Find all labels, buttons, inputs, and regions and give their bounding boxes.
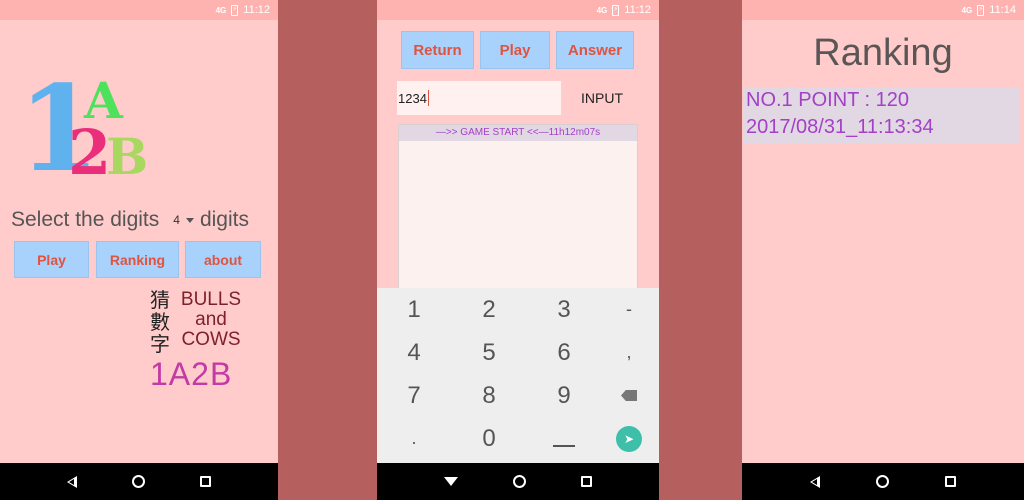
status-time: 11:12 — [243, 4, 270, 16]
key-7[interactable]: 7 — [379, 374, 449, 417]
key-9[interactable]: 9 — [529, 374, 599, 417]
status-time: 11:12 — [624, 4, 651, 16]
battery-icon: ⚡ — [612, 4, 620, 16]
key-8[interactable]: 8 — [454, 374, 524, 417]
answer-button[interactable]: Answer — [556, 31, 634, 69]
back-icon[interactable] — [810, 475, 820, 488]
nav-bar — [742, 463, 1024, 500]
signal-icon: 4G — [596, 5, 608, 15]
text-cursor — [427, 90, 429, 106]
play-button[interactable]: Play — [480, 31, 550, 69]
game-log: —>> GAME START <<—11h12m07s — [398, 124, 638, 294]
english-title: BULLS and COWS — [176, 290, 246, 350]
battery-icon: ⚡ — [231, 4, 239, 16]
input-button[interactable]: INPUT — [581, 90, 623, 106]
guess-input[interactable]: 1234 — [397, 81, 561, 115]
menu-screen: 4G ⚡ 11:12 1 A 2 B Select the digits 4 d… — [0, 0, 278, 500]
big-game-title: 1A2B — [150, 356, 233, 392]
return-button[interactable]: Return — [401, 31, 474, 69]
battery-icon: ⚡ — [977, 4, 985, 16]
ranking-title: Ranking — [813, 32, 953, 74]
backspace-icon — [621, 390, 637, 401]
key-0[interactable]: 0 — [454, 417, 524, 460]
chinese-title-line: 字 — [150, 334, 170, 356]
app-logo: 1 A 2 B — [18, 70, 158, 195]
keyboard-hide-icon[interactable] — [444, 477, 459, 486]
chinese-title: 猜 數 字 — [150, 290, 174, 356]
key-4[interactable]: 4 — [379, 331, 449, 374]
space-icon — [553, 444, 575, 447]
key-dot[interactable]: . — [379, 417, 449, 460]
home-icon[interactable] — [131, 475, 145, 488]
logo-letter-b: B — [106, 127, 149, 186]
key-2[interactable]: 2 — [454, 288, 524, 331]
key-3[interactable]: 3 — [529, 288, 599, 331]
log-line: —>> GAME START <<—11h12m07s — [399, 125, 637, 141]
key-dash[interactable]: - — [594, 288, 659, 331]
about-button[interactable]: about — [185, 241, 261, 278]
status-time: 11:14 — [989, 4, 1016, 16]
key-comma[interactable]: , — [594, 331, 659, 374]
chinese-title-line: 猜 — [150, 290, 170, 312]
logo-digit-two: 2 — [68, 116, 112, 189]
status-bar: 4G ⚡ 11:12 — [0, 0, 278, 20]
english-title-line: COWS — [181, 329, 241, 350]
nav-bar — [0, 463, 278, 500]
digit-count-select[interactable]: 4 — [173, 213, 194, 227]
ranking-points: NO.1 POINT : 120 — [746, 89, 910, 111]
backspace-key[interactable] — [594, 374, 659, 417]
back-icon[interactable] — [67, 475, 78, 488]
chinese-title-line: 數 — [150, 312, 170, 334]
recent-apps-icon[interactable] — [945, 476, 956, 487]
dropdown-caret-icon — [185, 217, 194, 223]
ranking-button[interactable]: Ranking — [96, 241, 179, 278]
english-title-line: and — [195, 309, 227, 330]
ranking-screen: 4G ⚡ 11:14 Ranking NO.1 POINT : 120 2017… — [742, 0, 1024, 500]
enter-key[interactable]: ➤ — [594, 417, 659, 460]
game-screen: 4G ⚡ 11:12 Return Play Answer 1234 INPUT… — [377, 0, 659, 500]
select-suffix: digits — [199, 208, 249, 231]
recent-apps-icon[interactable] — [580, 476, 592, 487]
home-icon[interactable] — [512, 475, 526, 488]
ranking-date: 2017/08/31_11:13:34 — [746, 116, 934, 138]
send-icon: ➤ — [616, 425, 642, 452]
digit-select-row: Select the digits 4 digits — [11, 208, 249, 232]
numeric-keypad: 1 2 3 - 4 5 6 , 7 8 9 . 0 ➤ — [377, 288, 659, 463]
signal-icon: 4G — [215, 5, 227, 15]
play-button[interactable]: Play — [14, 241, 89, 278]
home-icon[interactable] — [876, 475, 889, 488]
english-title-line: BULLS — [180, 289, 242, 310]
key-5[interactable]: 5 — [454, 331, 524, 374]
space-key[interactable] — [529, 417, 599, 460]
digit-count-value: 4 — [173, 213, 180, 227]
status-bar: 4G ⚡ 11:12 — [377, 0, 659, 20]
key-6[interactable]: 6 — [529, 331, 599, 374]
key-1[interactable]: 1 — [379, 288, 449, 331]
nav-bar — [377, 463, 659, 500]
recent-apps-icon[interactable] — [199, 476, 211, 487]
signal-icon: 4G — [961, 5, 973, 15]
guess-input-value: 1234 — [398, 90, 427, 106]
status-bar: 4G ⚡ 11:14 — [742, 0, 1024, 20]
select-prefix: Select the digits — [11, 208, 160, 231]
ranking-entry: NO.1 POINT : 120 2017/08/31_11:13:34 — [744, 87, 1020, 143]
